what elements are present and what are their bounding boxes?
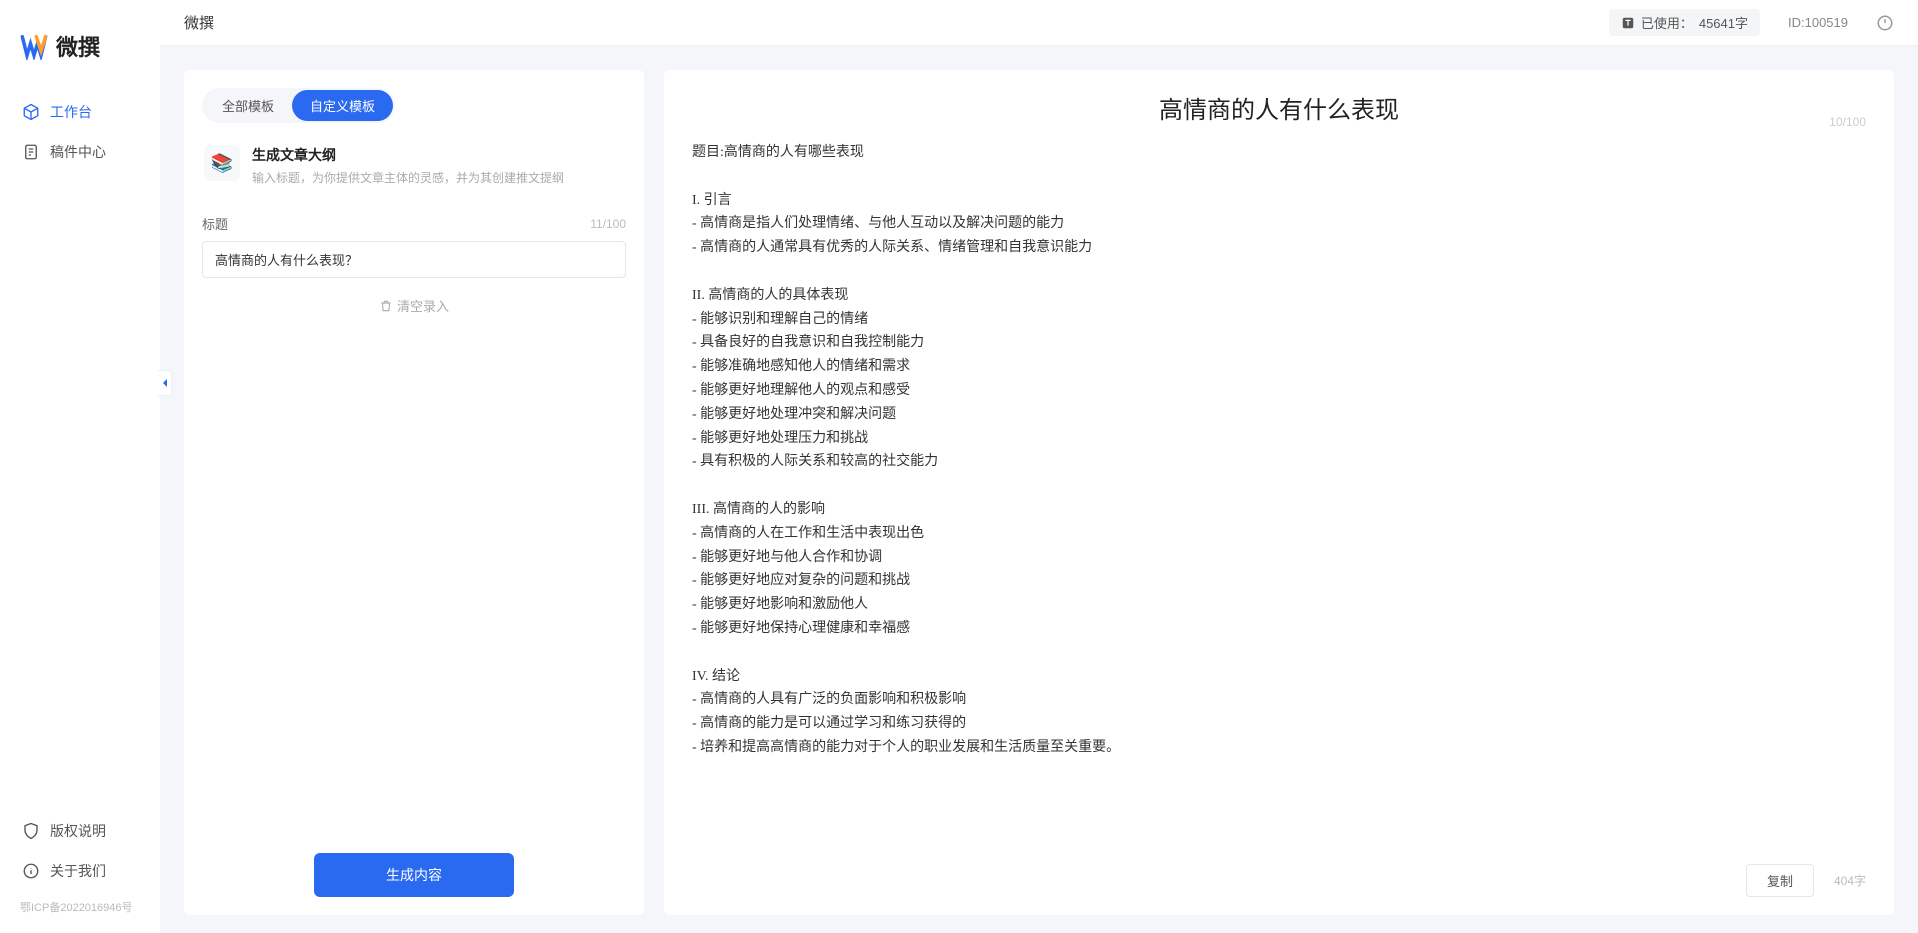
logo: 微撰 (0, 20, 160, 92)
template-desc: 输入标题，为你提供文章主体的灵感，并为其创建推文提纲 (252, 169, 564, 186)
cube-icon (22, 103, 40, 121)
template-card: 📚 生成文章大纲 输入标题，为你提供文章主体的灵感，并为其创建推文提纲 (202, 141, 626, 204)
user-id: ID:100519 (1788, 15, 1848, 30)
nav-label: 关于我们 (50, 861, 106, 881)
input-panel: 全部模板 自定义模板 📚 生成文章大纲 输入标题，为你提供文章主体的灵感，并为其… (184, 70, 644, 915)
template-tabs: 全部模板 自定义模板 (202, 88, 395, 123)
nav-drafts[interactable]: 稿件中心 (0, 132, 160, 172)
generate-button[interactable]: 生成内容 (314, 853, 514, 897)
output-panel: 高情商的人有什么表现 10/100 题目:高情商的人有哪些表现 I. 引言 - … (664, 70, 1894, 915)
topbar-title: 微撰 (184, 12, 214, 33)
sidebar: 微撰 工作台 稿件中心 版权说明 关于我们 鄂ICP备2022016946号 (0, 0, 160, 933)
usage-prefix: 已使用： (1641, 13, 1693, 32)
output-body[interactable]: 题目:高情商的人有哪些表现 I. 引言 - 高情商是指人们处理情绪、与他人互动以… (692, 141, 1866, 852)
topbar: 微撰 已使用： 45641字 ID:100519 (160, 0, 1918, 46)
info-icon (22, 862, 40, 880)
nav-about[interactable]: 关于我们 (0, 851, 160, 891)
copy-button[interactable]: 复制 (1746, 864, 1814, 897)
title-input[interactable] (202, 241, 626, 278)
nav-workbench[interactable]: 工作台 (0, 92, 160, 132)
template-title: 生成文章大纲 (252, 145, 564, 165)
title-field-label: 标题 (202, 214, 228, 233)
shield-icon (22, 822, 40, 840)
logo-icon (20, 32, 48, 60)
clear-input-button[interactable]: 清空录入 (202, 296, 626, 315)
chevron-left-icon (160, 378, 170, 388)
sidebar-collapse-handle[interactable] (158, 370, 172, 396)
tab-custom-templates[interactable]: 自定义模板 (292, 90, 393, 121)
nav-label: 工作台 (50, 102, 92, 122)
clear-label: 清空录入 (397, 296, 449, 315)
tab-all-templates[interactable]: 全部模板 (204, 90, 292, 121)
nav-label: 版权说明 (50, 821, 106, 841)
text-icon (1621, 16, 1635, 30)
title-field-counter: 11/100 (590, 217, 626, 231)
nav-label: 稿件中心 (50, 142, 106, 162)
output-title-counter: 10/100 (1829, 115, 1866, 129)
output-title[interactable]: 高情商的人有什么表现 (692, 90, 1866, 125)
nav-copyright[interactable]: 版权说明 (0, 811, 160, 851)
trash-icon (379, 299, 393, 313)
icp-link[interactable]: 鄂ICP备2022016946号 (0, 891, 160, 923)
template-books-icon: 📚 (204, 145, 240, 181)
power-icon[interactable] (1876, 14, 1894, 32)
document-icon (22, 143, 40, 161)
usage-value: 45641字 (1699, 13, 1748, 32)
usage-badge: 已使用： 45641字 (1609, 9, 1760, 36)
logo-text: 微撰 (56, 30, 100, 62)
output-word-count: 404字 (1834, 872, 1866, 889)
